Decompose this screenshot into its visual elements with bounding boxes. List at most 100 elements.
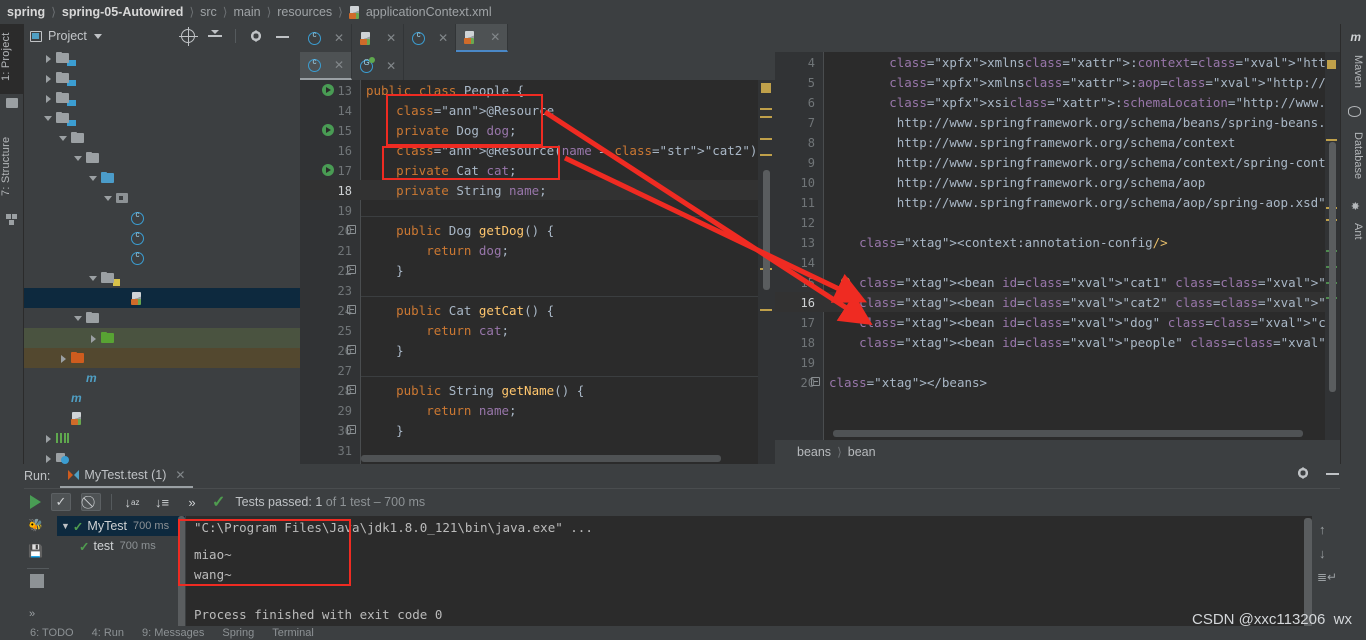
chevron-right-icon[interactable] <box>43 433 54 444</box>
intention-bulb-icon[interactable] <box>841 277 850 286</box>
editor-tabs-second-row[interactable]: ✕✕ <box>300 52 775 80</box>
close-icon[interactable]: ✕ <box>386 59 396 73</box>
scroll-up-icon[interactable]: ↑ <box>1319 522 1326 537</box>
code-line[interactable]: public String getName() { <box>366 383 584 398</box>
code-line[interactable]: class="xpfx">xmlnsclass="xattr">:aop=cla… <box>829 75 1340 90</box>
code-line[interactable]: class="xpfx">xmlnsclass="xattr">:context… <box>829 55 1340 70</box>
more-icon[interactable]: » <box>182 493 202 511</box>
xml-breadcrumb-item-beans[interactable]: beans <box>797 445 831 459</box>
chevron-down-icon[interactable] <box>73 313 84 324</box>
fold-marker-icon[interactable] <box>811 377 820 386</box>
code-line[interactable]: http://www.springframework.org/schema/co… <box>829 135 1236 150</box>
chevron-down-icon[interactable] <box>43 113 54 124</box>
chevron-down-icon[interactable] <box>93 33 102 39</box>
code-line[interactable] <box>829 215 837 230</box>
code-line[interactable]: public Dog getDog() { <box>366 223 554 238</box>
code-line[interactable]: class="xtag"><context:annotation-config/… <box>829 235 1168 250</box>
rerun-icon[interactable] <box>30 495 41 509</box>
gear-icon[interactable] <box>249 29 263 43</box>
project-tree-item[interactable] <box>24 428 300 448</box>
code-line[interactable]: class="xtag"><bean id=class="xval">"cat1… <box>829 275 1340 290</box>
project-tree-item[interactable] <box>24 308 300 328</box>
code-line[interactable]: public Cat getCat() { <box>366 303 554 318</box>
test-tree[interactable]: ▼ ✓ MyTest 700 ms ✓ test 700 ms <box>57 516 185 640</box>
soft-wrap-icon[interactable]: ≣↵ <box>1317 570 1337 584</box>
project-tree-item[interactable] <box>24 48 300 68</box>
project-tree-item[interactable]: m <box>24 368 300 388</box>
show-passed-toggle[interactable]: ✓ <box>51 493 71 511</box>
close-icon[interactable]: ✕ <box>386 31 396 45</box>
editor-tab[interactable]: ✕ <box>456 24 509 52</box>
test-tree-row[interactable]: ✓ test 700 ms <box>57 536 185 556</box>
close-icon[interactable]: ✕ <box>438 31 448 45</box>
code-line[interactable]: class="xpfx">xsiclass="xattr">:schemaLoc… <box>829 95 1340 110</box>
project-tree-item[interactable] <box>24 208 300 228</box>
breadcrumb-item-0[interactable]: spring <box>7 5 45 19</box>
test-tree-row[interactable]: ▼ ✓ MyTest 700 ms <box>57 516 185 536</box>
status-bar-item-run[interactable]: 4: Run <box>92 627 124 639</box>
close-icon[interactable]: ✕ <box>490 30 500 44</box>
status-bar-item-spring[interactable]: Spring <box>222 627 254 639</box>
editor-tabs-top-row[interactable]: ✕ ✕ ✕ ✕ <box>300 24 1366 52</box>
project-tree-item[interactable] <box>24 268 300 288</box>
editor-tab[interactable]: ✕ <box>300 24 353 52</box>
code-line[interactable] <box>829 255 837 270</box>
code-line[interactable]: } <box>366 423 404 438</box>
bean-navigate-gutter-icon[interactable] <box>322 124 334 136</box>
vertical-scrollbar[interactable] <box>763 170 770 290</box>
chevron-down-icon[interactable] <box>103 193 114 204</box>
xml-editor-application-context[interactable]: 4 class="xpfx">xmlnsclass="xattr">:conte… <box>775 52 1340 440</box>
code-line[interactable]: http://www.springframework.org/schema/ao… <box>829 175 1206 190</box>
editor-tab[interactable]: ✕ <box>300 52 353 80</box>
hide-ignored-toggle[interactable]: ⃠ <box>81 493 101 511</box>
code-line[interactable]: return name; <box>366 403 516 418</box>
breadcrumb-item-5[interactable]: applicationContext.xml <box>366 5 492 19</box>
breadcrumb-item-4[interactable]: resources <box>277 5 332 19</box>
code-line[interactable]: http://www.springframework.org/schema/co… <box>829 155 1340 170</box>
project-tree-item[interactable] <box>24 248 300 268</box>
project-tree-item[interactable] <box>24 288 300 308</box>
chevron-down-icon[interactable] <box>88 273 99 284</box>
hide-icon[interactable] <box>276 29 290 43</box>
more-icon[interactable]: » <box>29 608 35 620</box>
editor-tab[interactable]: ✕ <box>404 24 457 52</box>
breadcrumb-item-3[interactable]: main <box>233 5 260 19</box>
left-editor-marker-bar[interactable] <box>758 80 775 464</box>
horizontal-scrollbar[interactable] <box>833 430 1303 437</box>
right-editor-marker-bar[interactable] <box>1325 52 1340 440</box>
chevron-down-icon[interactable] <box>88 173 99 184</box>
export-icon[interactable]: 💾 <box>28 544 43 558</box>
editor-tab[interactable]: ✕ <box>352 52 405 80</box>
close-icon[interactable]: ✕ <box>175 468 185 482</box>
code-line[interactable]: return dog; <box>366 243 509 258</box>
vertical-scrollbar[interactable] <box>1329 142 1336 392</box>
fold-marker-icon[interactable] <box>347 225 356 234</box>
horizontal-scrollbar[interactable] <box>361 455 721 462</box>
project-tree-item[interactable] <box>24 68 300 88</box>
project-tree-item[interactable] <box>24 228 300 248</box>
tool-window-button-ant[interactable]: Ant <box>1342 216 1364 246</box>
project-tree-item[interactable] <box>24 348 300 368</box>
close-icon[interactable]: ✕ <box>334 31 344 45</box>
project-tree-item[interactable] <box>24 188 300 208</box>
run-side-toolbar[interactable]: 🐝 💾 » <box>24 516 56 640</box>
status-bar-item-messages[interactable]: 9: Messages <box>142 627 204 639</box>
chevron-right-icon[interactable] <box>43 453 54 464</box>
code-line[interactable]: return cat; <box>366 323 509 338</box>
fold-marker-icon[interactable] <box>347 425 356 434</box>
status-bar-item-todo[interactable]: 6: TODO <box>30 627 74 639</box>
console-output[interactable]: "C:\Program Files\Java\jdk1.8.0_121\bin\… <box>186 516 1312 632</box>
run-tab-mytest[interactable]: MyTest.test (1) ✕ <box>60 464 194 488</box>
sort-alphabetically-icon[interactable]: ↓ az <box>122 493 142 511</box>
chevron-right-icon[interactable] <box>58 353 69 364</box>
status-bar-item-terminal[interactable]: Terminal <box>272 627 314 639</box>
project-tree-item[interactable]: m <box>24 388 300 408</box>
chevron-down-icon[interactable] <box>73 153 84 164</box>
fold-marker-icon[interactable] <box>347 305 356 314</box>
tool-window-button-database[interactable]: Database <box>1342 122 1364 190</box>
scroll-down-icon[interactable]: ↓ <box>1319 546 1326 561</box>
project-tree-item[interactable] <box>24 328 300 348</box>
code-line[interactable]: class="xtag"><bean id=class="xval">"dog"… <box>829 315 1340 330</box>
project-tree-item[interactable] <box>24 448 300 464</box>
tool-window-button-project[interactable]: 1: Project <box>0 24 24 94</box>
